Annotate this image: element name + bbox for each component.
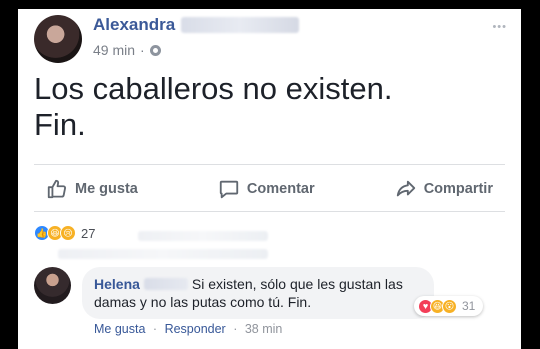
reaction-count: 27 bbox=[81, 225, 96, 241]
post-meta: 49 min · bbox=[93, 42, 161, 58]
separator-dot: · bbox=[233, 322, 238, 336]
author-name[interactable]: Alexandra bbox=[93, 15, 175, 35]
reaction-summary[interactable]: 👍 😆 😢 27 bbox=[34, 225, 95, 241]
separator-dot: · bbox=[152, 322, 158, 336]
more-dots-icon[interactable]: ••• bbox=[492, 21, 507, 33]
thumbs-up-icon bbox=[47, 179, 67, 199]
globe-icon[interactable] bbox=[149, 44, 161, 56]
wow-reaction-icon: 😮 bbox=[442, 298, 457, 314]
redacted-text bbox=[58, 249, 268, 259]
comment-button[interactable]: Comentar bbox=[206, 178, 327, 200]
comment-reply-link[interactable]: Responder bbox=[165, 322, 226, 336]
divider-bottom bbox=[34, 211, 505, 212]
redacted-surname bbox=[181, 17, 300, 33]
comment-author-avatar[interactable] bbox=[34, 267, 71, 304]
author-name-row: Alexandra bbox=[93, 15, 300, 35]
comment-text: Si existen, sólo que les gustan las dama… bbox=[94, 276, 403, 310]
post-actions: Me gusta Comentar Compartir bbox=[34, 175, 505, 203]
comment-author-name[interactable]: Helena bbox=[94, 276, 140, 292]
comment-reactions[interactable]: ♥ 😆 😮 31 bbox=[414, 296, 484, 316]
sad-reaction-icon: 😢 bbox=[60, 225, 76, 241]
divider-top bbox=[34, 164, 505, 165]
comment-like-link[interactable]: Me gusta bbox=[94, 322, 145, 336]
comment-bubble: Helena Si existen, sólo que les gustan la… bbox=[82, 267, 434, 319]
share-button-label: Compartir bbox=[423, 181, 493, 197]
post-text: Los caballeros no existen. Fin. bbox=[34, 71, 504, 143]
comment-timestamp[interactable]: 38 min bbox=[245, 322, 283, 336]
like-button-label: Me gusta bbox=[75, 181, 138, 197]
comment-actions: Me gusta · Responder · 38 min bbox=[94, 322, 282, 336]
post-text-line-2: Fin. bbox=[34, 107, 86, 142]
like-button[interactable]: Me gusta bbox=[34, 178, 150, 200]
separator-dot: · bbox=[140, 42, 145, 58]
redacted-surname bbox=[143, 278, 188, 290]
share-button[interactable]: Compartir bbox=[383, 178, 505, 200]
post-timestamp[interactable]: 49 min bbox=[93, 42, 135, 58]
comment-button-label: Comentar bbox=[246, 181, 315, 197]
redacted-text bbox=[138, 231, 268, 241]
share-arrow-icon bbox=[396, 180, 415, 197]
author-avatar[interactable] bbox=[34, 15, 82, 63]
post-card: Alexandra 49 min · ••• Los caballeros no… bbox=[18, 9, 521, 349]
post-text-line-1: Los caballeros no existen. bbox=[34, 71, 393, 106]
comment-icon bbox=[219, 180, 239, 199]
comment-reaction-count: 31 bbox=[462, 299, 476, 313]
